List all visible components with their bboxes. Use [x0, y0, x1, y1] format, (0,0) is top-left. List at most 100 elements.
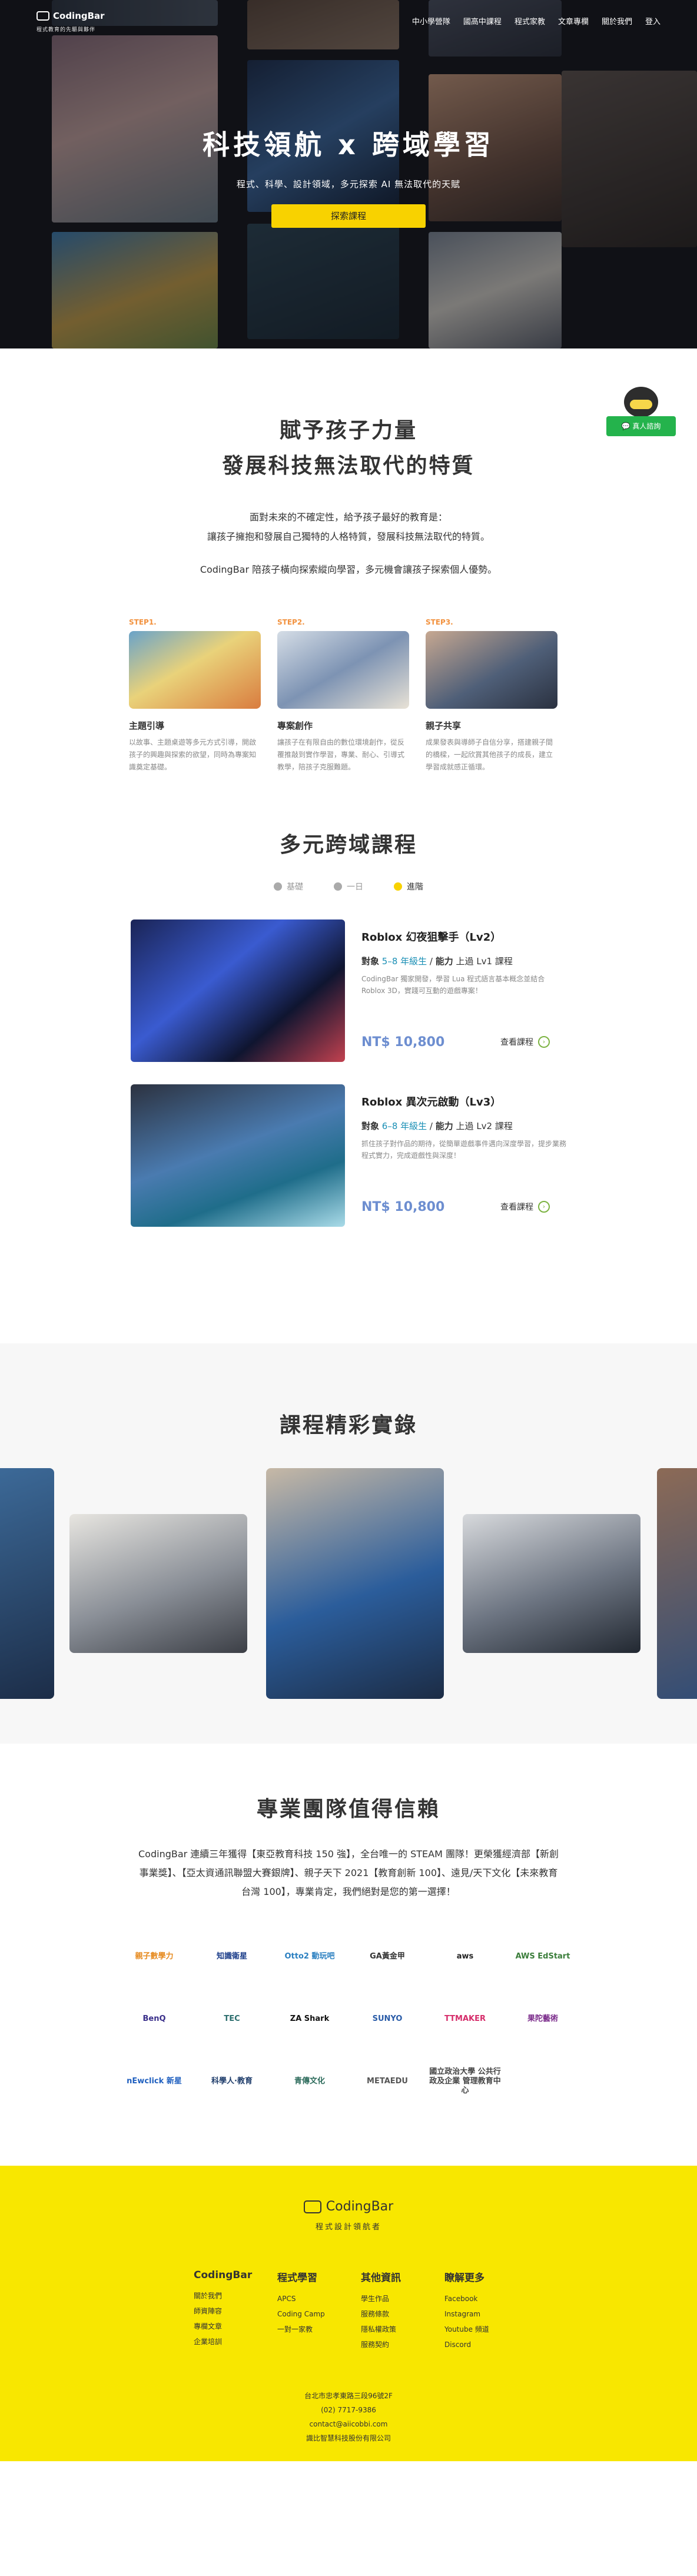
- footer-link[interactable]: 服務契約: [361, 2337, 420, 2352]
- partner-logo: ZA Shark: [290, 2014, 330, 2023]
- course-price: NT$ 10,800: [361, 1035, 445, 1050]
- radio-dot-icon: [334, 882, 342, 891]
- footer-link[interactable]: 隱私權政策: [361, 2322, 420, 2337]
- course-title: Roblox 異次元啟動（Lv3）: [361, 1096, 502, 1108]
- footer-brand: CodingBar: [326, 2199, 394, 2214]
- footer-link[interactable]: Youtube 頻道: [444, 2322, 503, 2337]
- footer-column-title: 程式學習: [277, 2272, 317, 2284]
- footer-link[interactable]: 企業培訓: [194, 2334, 253, 2349]
- footer-link[interactable]: 專欄文章: [194, 2319, 253, 2334]
- footer-link[interactable]: 學生作品: [361, 2291, 420, 2306]
- course-card: Roblox 幻夜狙擊手（Lv2） 對象 5–8 年級生 / 能力 上過 Lv1…: [131, 919, 566, 1062]
- features-title: 賦予孩子力量 發展科技無法取代的特質: [0, 413, 697, 484]
- step-label: STEP3.: [426, 618, 453, 626]
- footer-column: CodingBar 關於我們 師資陣容 專欄文章 企業培訓: [194, 2269, 253, 2352]
- footer-column-title: 瞭解更多: [444, 2272, 484, 2284]
- footer-column: 程式學習 APCS Coding Camp 一對一家教: [277, 2269, 336, 2352]
- nav-articles[interactable]: 文章專欄: [558, 15, 589, 26]
- chat-widget[interactable]: 💬 真人諮詢: [606, 387, 676, 437]
- gallery-photo-active[interactable]: [266, 1468, 444, 1699]
- footer-email[interactable]: contact@aiicobbi.com: [0, 2417, 697, 2431]
- target-label: 對象: [361, 956, 380, 967]
- radio-dot-icon: [274, 882, 282, 891]
- partner-logo: TTMAKER: [444, 2014, 486, 2023]
- gallery-section: 課程精彩實錄: [0, 1343, 697, 1744]
- hero-title: 科技領航 x 跨域學習: [203, 129, 494, 161]
- step-title: 主題引導: [129, 721, 165, 731]
- partner-logo: BenQ: [142, 2014, 166, 2023]
- live-chat-button[interactable]: 💬 真人諮詢: [606, 416, 676, 436]
- step-photo: [277, 631, 409, 709]
- footer-link[interactable]: Instagram: [444, 2306, 503, 2322]
- view-course-link[interactable]: 查看課程 ›: [500, 1201, 550, 1213]
- partner-logo: 國立政治大學 公共行政及企業 管理教育中心: [429, 2067, 501, 2095]
- footer-link[interactable]: 一對一家教: [277, 2322, 336, 2337]
- gallery-photo[interactable]: [463, 1514, 640, 1653]
- features-title-line2: 發展科技無法取代的特質: [222, 454, 475, 478]
- partner-logo: Otto2 動玩吧: [284, 1952, 335, 1961]
- course-ability: 上過 Lv2 課程: [456, 1121, 513, 1131]
- partner-logo: TEC: [224, 2014, 240, 2023]
- step-label: STEP2.: [277, 618, 305, 626]
- chat-icon: 💬: [621, 422, 630, 430]
- partner-logo: aws: [456, 1952, 474, 1961]
- footer-link[interactable]: Discord: [444, 2337, 503, 2352]
- footer-link[interactable]: 關於我們: [194, 2288, 253, 2303]
- nav-camps[interactable]: 中小學營隊: [412, 15, 450, 26]
- footer-logo[interactable]: CodingBar: [303, 2199, 394, 2214]
- step-photo: [426, 631, 557, 709]
- footer-column: 瞭解更多 Facebook Instagram Youtube 頻道 Discord: [444, 2269, 503, 2352]
- gallery-photo[interactable]: [0, 1468, 54, 1699]
- tab-advanced[interactable]: 進階: [394, 881, 423, 892]
- view-course-link[interactable]: 查看課程 ›: [500, 1036, 550, 1048]
- nav-about[interactable]: 關於我們: [602, 15, 632, 26]
- footer-columns: CodingBar 關於我們 師資陣容 專欄文章 企業培訓 程式學習 APCS Coding …: [0, 2269, 697, 2352]
- course-meta: 對象 6–8 年級生 / 能力 上過 Lv2 課程: [361, 1121, 513, 1131]
- footer-column-title: CodingBar: [194, 2269, 253, 2281]
- footer-link[interactable]: 服務條款: [361, 2306, 420, 2322]
- footer-link[interactable]: APCS: [277, 2291, 336, 2306]
- partner-logo: 知識衛星: [216, 1952, 247, 1961]
- partner-logo: nEwclick 新星: [127, 2077, 182, 2086]
- view-course-label: 查看課程: [500, 1038, 533, 1047]
- view-course-label: 查看課程: [500, 1203, 533, 1212]
- tab-label: 一日: [347, 882, 363, 892]
- tab-label: 基礎: [287, 882, 303, 892]
- gallery-title: 課程精彩實錄: [279, 1413, 417, 1438]
- course-ability: 上過 Lv1 課程: [456, 956, 513, 967]
- step-text: 成果發表與導師子自信分享，搭建親子間的橋樑，一起欣賞其他孩子的成長，建立學習成就…: [426, 738, 553, 771]
- gallery-photo[interactable]: [657, 1468, 697, 1699]
- steps-list: STEP1. 主題引導 以故事、主題桌遊等多元方式引導，開啟孩子的興趣與探索的欲…: [129, 618, 568, 774]
- footer-link[interactable]: 師資陣容: [194, 2303, 253, 2319]
- site-logo[interactable]: CodingBar 程式教育的先驅與夥伴: [36, 11, 105, 33]
- footer-link[interactable]: Coding Camp: [277, 2306, 336, 2322]
- footer-phone[interactable]: (02) 7717-9386: [0, 2403, 697, 2417]
- course-description: 抓住孩子對作品的期待，從簡單遊戲事件邁向深度學習，提步業務程式實力，完成遊戲性與…: [361, 1140, 567, 1160]
- footer-column-title: 其他資訊: [361, 2272, 401, 2284]
- partner-logo: METAEDU: [367, 2077, 408, 2086]
- nav-tutoring[interactable]: 程式家教: [515, 15, 545, 26]
- tab-basic[interactable]: 基礎: [274, 881, 303, 892]
- nav-login[interactable]: 登入: [645, 15, 661, 26]
- nav-courses[interactable]: 國高中課程: [463, 15, 502, 26]
- course-target: 5–8 年級生: [381, 956, 427, 967]
- courses-section: 多元跨域課程 基礎 一日 進階 Roblox 幻夜狙擊手（Lv2） 對象 5–8…: [0, 774, 697, 1227]
- ability-label: 能力: [435, 956, 453, 967]
- footer-link[interactable]: Facebook: [444, 2291, 503, 2306]
- step-label: STEP1.: [129, 618, 157, 626]
- step-card: STEP3. 親子共享 成果發表與導師子自信分享，搭建親子間的橋樑，一起欣賞其他…: [426, 618, 557, 774]
- radio-dot-icon: [394, 882, 402, 891]
- step-title: 親子共享: [426, 721, 462, 731]
- course-target: 6–8 年級生: [381, 1121, 427, 1131]
- gallery-photo[interactable]: [69, 1514, 247, 1653]
- courses-title: 多元跨域課程: [279, 833, 417, 857]
- brand-tagline: 程式教育的先驅與夥伴: [36, 27, 96, 33]
- codingbar-logo-icon: [303, 2200, 321, 2213]
- step-text: 讓孩子在有限自由的數位環境創作，從反覆推敲到實作學習，專業、耐心、引導式教學，陪…: [277, 738, 405, 771]
- explore-courses-button[interactable]: 探索課程: [271, 204, 426, 228]
- footer-tagline: 程式設計領航者: [315, 2222, 381, 2232]
- tab-label: 進階: [407, 882, 423, 892]
- team-description: CodingBar 連續三年獲得【東亞教育科技 150 強】，全台唯一的 STE…: [138, 1848, 559, 1897]
- tab-one-day[interactable]: 一日: [334, 881, 363, 892]
- step-card: STEP2. 專案創作 讓孩子在有限自由的數位環境創作，從反覆推敲到實作學習，專…: [277, 618, 409, 774]
